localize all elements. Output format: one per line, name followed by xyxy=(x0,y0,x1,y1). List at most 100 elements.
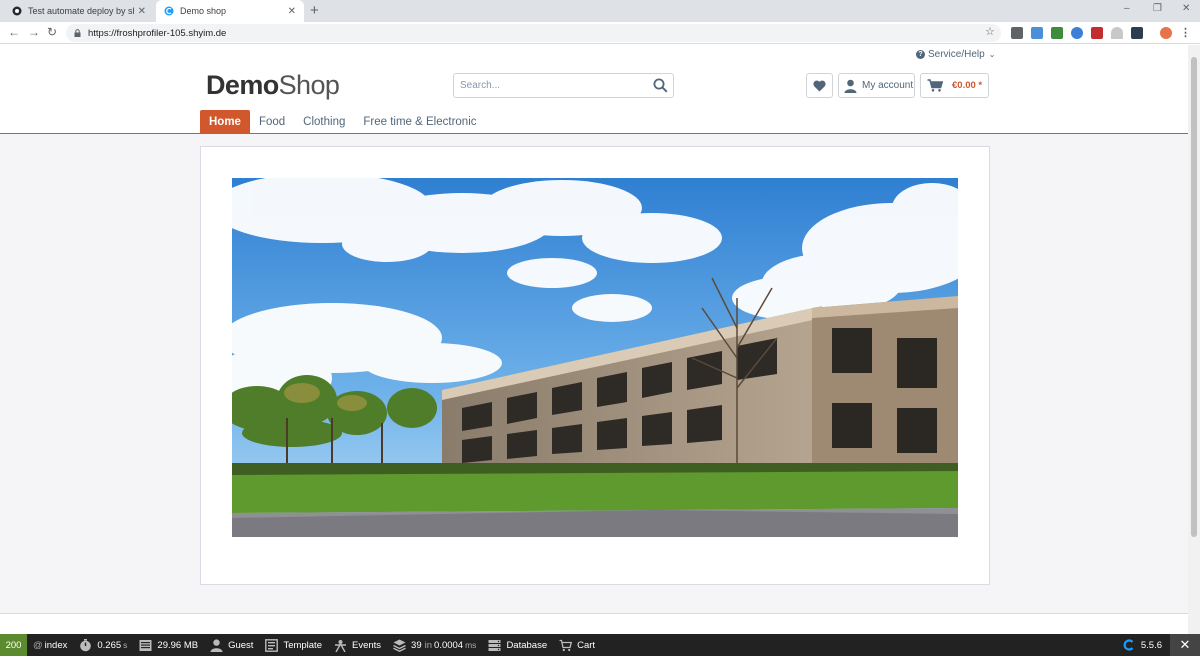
template-icon xyxy=(265,638,279,652)
db-count: 39 xyxy=(411,639,422,651)
stopwatch-icon xyxy=(80,638,92,651)
status-code-badge[interactable]: 200 xyxy=(0,634,27,656)
profiler-memory[interactable]: 29.96 MB xyxy=(133,634,204,656)
browser-menu-icon[interactable]: ⋮ xyxy=(1180,26,1191,39)
profiler-cache[interactable]: 39 in 0.0004 ms xyxy=(387,634,482,656)
profiler-close-icon[interactable]: ✕ xyxy=(1170,634,1200,656)
extension-green-icon[interactable] xyxy=(1051,27,1063,39)
search-button[interactable] xyxy=(647,74,673,97)
shop-header: ? Service/Help ⌄ DemoShop My account €0.… xyxy=(0,45,1188,134)
wishlist-button[interactable] xyxy=(806,73,833,98)
profiler-user[interactable]: Guest xyxy=(204,634,259,656)
memory-icon xyxy=(139,639,152,651)
extension-shield-icon[interactable] xyxy=(1011,27,1023,39)
logo-bold: Demo xyxy=(206,70,279,100)
back-icon[interactable]: ← xyxy=(8,25,20,39)
search-box xyxy=(453,73,674,98)
service-help-menu[interactable]: ? Service/Help ⌄ xyxy=(916,49,995,60)
extension-blue-icon[interactable] xyxy=(1031,27,1043,39)
nav-item-free-time-electronic[interactable]: Free time & Electronic xyxy=(354,110,485,134)
address-bar[interactable]: https://froshprofiler-105.shyim.de xyxy=(66,24,1001,42)
category-navigation: Home Food Clothing Free time & Electroni… xyxy=(200,110,486,134)
browser-toolbar: ← → ↻ https://froshprofiler-105.shyim.de… xyxy=(0,22,1200,44)
profiler-route[interactable]: @ index xyxy=(27,634,73,656)
restore-icon[interactable]: ❐ xyxy=(1153,3,1162,14)
profiler-toolbar: 200 @ index 0.265 s 29.96 MB Guest Templ… xyxy=(0,634,1200,656)
events-label: Events xyxy=(352,639,382,651)
time-value: 0.265 xyxy=(97,639,122,651)
new-tab-button[interactable]: + xyxy=(310,2,319,19)
database-icon xyxy=(488,639,501,651)
profiler-events[interactable]: Events xyxy=(328,634,387,656)
extension-ublock-icon[interactable] xyxy=(1091,27,1103,39)
building-photo xyxy=(232,178,958,537)
cart-icon xyxy=(927,79,943,92)
search-icon xyxy=(653,78,668,93)
tab-demo-shop[interactable]: Demo shop ✕ xyxy=(156,0,304,22)
user-value: Guest xyxy=(228,639,254,651)
cart-label: Cart xyxy=(577,639,596,651)
scrollbar-thumb[interactable] xyxy=(1191,57,1197,537)
content-panel xyxy=(200,146,990,585)
my-account-button[interactable]: My account xyxy=(838,73,915,98)
shopware-icon xyxy=(164,6,174,16)
cart-icon xyxy=(559,639,573,651)
heart-icon xyxy=(813,80,826,91)
profiler-time[interactable]: 0.265 s xyxy=(73,634,133,656)
minimize-icon[interactable]: – xyxy=(1124,3,1130,14)
database-label: Database xyxy=(506,639,548,651)
chevron-down-icon: ⌄ xyxy=(988,50,996,59)
version-value: 5.5.6 xyxy=(1140,639,1162,651)
question-icon: ? xyxy=(916,50,925,59)
layers-icon xyxy=(393,639,406,652)
tab-title: Test automate deploy by shyim · xyxy=(28,6,134,16)
extension-dark-icon[interactable] xyxy=(1131,27,1143,39)
github-icon xyxy=(12,6,22,16)
shopware-version[interactable]: 5.5.6 xyxy=(1115,639,1170,651)
profiler-right: 5.5.6 ✕ xyxy=(1115,634,1200,656)
user-icon xyxy=(844,79,857,93)
forward-icon[interactable]: → xyxy=(28,25,40,39)
page-scrollbar[interactable] xyxy=(1188,45,1200,634)
profile-avatar[interactable] xyxy=(1160,27,1172,39)
memory-value: 29.96 MB xyxy=(157,639,199,651)
banner-image[interactable] xyxy=(232,178,958,537)
profiler-template[interactable]: Template xyxy=(259,634,328,656)
window-close-icon[interactable]: ✕ xyxy=(1182,3,1190,14)
close-icon[interactable]: ✕ xyxy=(288,6,296,17)
bookmark-star-icon[interactable]: ☆ xyxy=(985,25,995,38)
template-label: Template xyxy=(283,639,322,651)
logo-light: Shop xyxy=(278,70,340,100)
nav-item-home[interactable]: Home xyxy=(200,110,250,134)
cart-button[interactable]: €0.00 * xyxy=(920,73,989,98)
profiler-cart[interactable]: Cart xyxy=(553,634,601,656)
footer-band xyxy=(0,613,1188,634)
user-icon xyxy=(210,638,223,652)
nav-item-clothing[interactable]: Clothing xyxy=(294,110,354,134)
lock-icon xyxy=(74,29,81,37)
db-time: 0.0004 xyxy=(434,639,464,651)
browser-tab-bar: Test automate deploy by shyim · ✕ Demo s… xyxy=(0,0,1200,22)
search-input[interactable] xyxy=(454,74,647,97)
db-unit: ms xyxy=(465,640,477,650)
url-text: https://froshprofiler-105.shyim.de xyxy=(88,27,227,39)
extension-rainbow-icon[interactable] xyxy=(1111,27,1123,39)
extension-globe-icon[interactable] xyxy=(1071,27,1083,39)
nav-item-food[interactable]: Food xyxy=(250,110,294,134)
page-viewport: ? Service/Help ⌄ DemoShop My account €0.… xyxy=(0,45,1188,634)
events-icon xyxy=(335,639,346,652)
cart-total: €0.00 * xyxy=(952,80,983,91)
my-account-label: My account xyxy=(862,80,914,91)
service-help-label: Service/Help xyxy=(928,49,985,60)
db-in: in xyxy=(424,639,433,651)
at-icon: @ xyxy=(33,639,43,651)
time-unit: s xyxy=(123,640,128,650)
profiler-database[interactable]: Database xyxy=(482,634,553,656)
tab-test-automate-deploy[interactable]: Test automate deploy by shyim · ✕ xyxy=(4,0,154,22)
reload-icon[interactable]: ↻ xyxy=(47,25,57,39)
tab-title: Demo shop xyxy=(180,6,227,16)
close-icon[interactable]: ✕ xyxy=(138,6,146,17)
route-name: index xyxy=(44,639,68,651)
shop-logo[interactable]: DemoShop xyxy=(206,70,340,101)
shopware-icon xyxy=(1123,639,1134,651)
